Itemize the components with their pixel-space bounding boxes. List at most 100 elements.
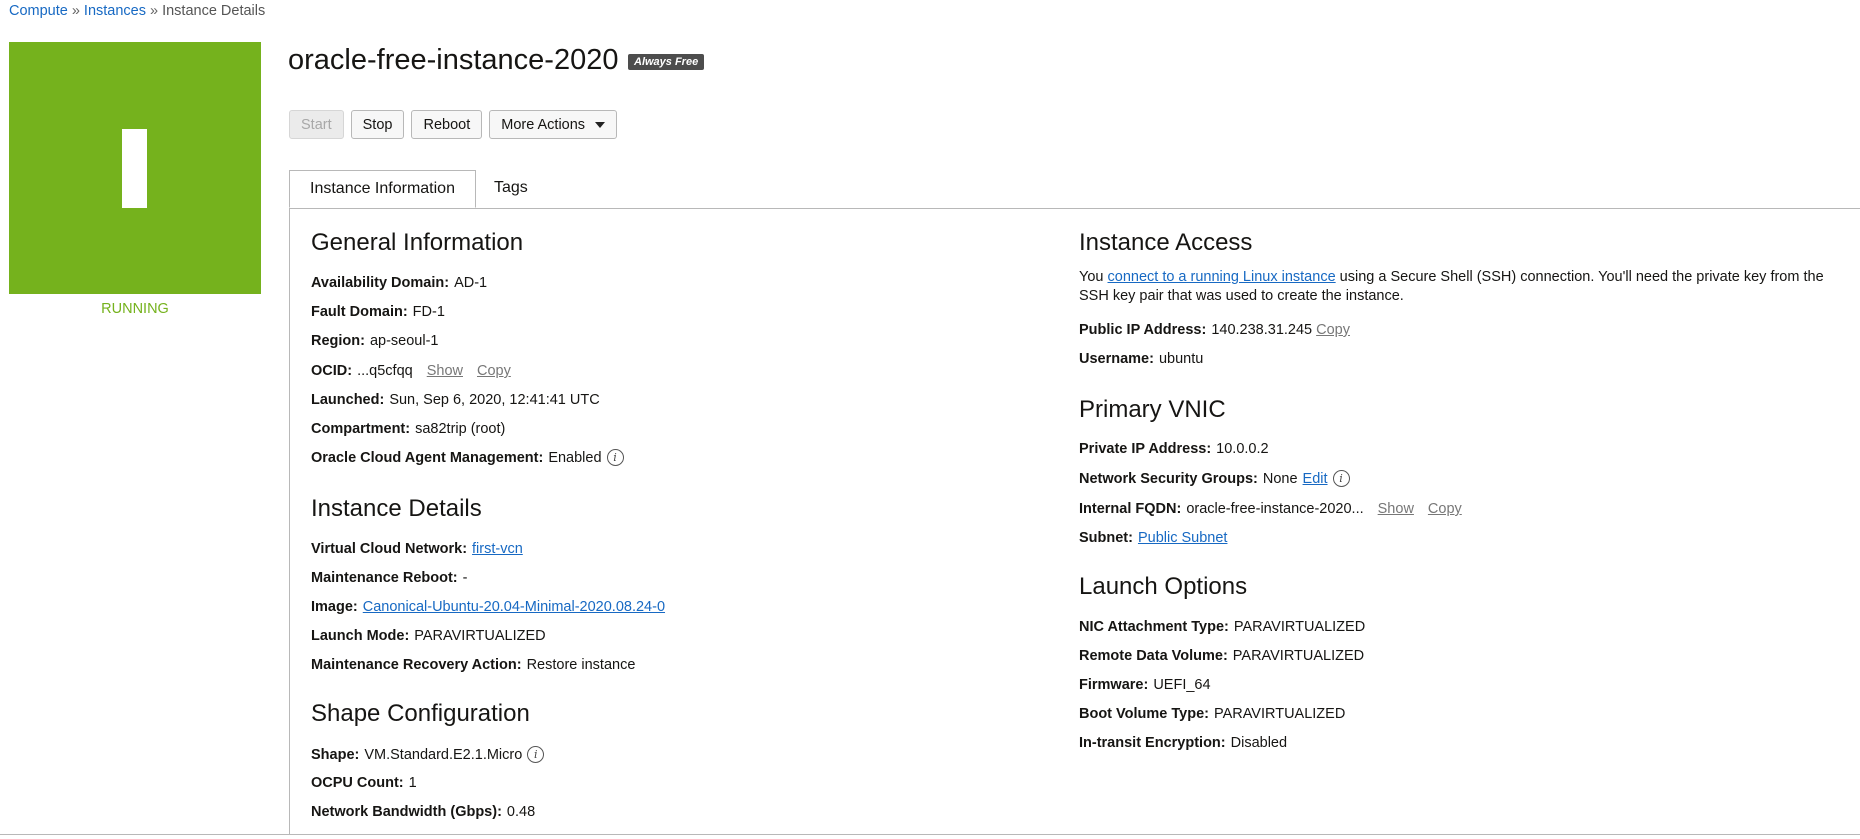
field-label: Boot Volume Type: bbox=[1079, 706, 1209, 722]
username-row: Username: ubuntu bbox=[1079, 351, 1203, 367]
field-value: 0.48 bbox=[506, 804, 536, 820]
vcn-link[interactable]: first-vcn bbox=[472, 541, 523, 557]
maintenance-reboot-row: Maintenance Reboot: - bbox=[311, 570, 467, 586]
breadcrumb-compute-link[interactable]: Compute bbox=[9, 3, 68, 19]
in-transit-encryption-row: In-transit Encryption: Disabled bbox=[1079, 735, 1287, 751]
fqdn-show-link[interactable]: Show bbox=[1378, 501, 1414, 517]
firmware-row: Firmware: UEFI_64 bbox=[1079, 677, 1211, 693]
subnet-row: Subnet: Public Subnet bbox=[1079, 530, 1227, 546]
region-row: Region: ap-seoul-1 bbox=[311, 333, 438, 349]
fault-domain-row: Fault Domain: FD-1 bbox=[311, 304, 445, 320]
ocid-copy-link[interactable]: Copy bbox=[477, 363, 511, 379]
tab-panel: General Information Availability Domain:… bbox=[289, 208, 1860, 834]
info-icon[interactable]: i bbox=[1332, 470, 1350, 487]
field-label: Network Security Groups: bbox=[1079, 470, 1258, 487]
field-value: PARAVIRTUALIZED bbox=[1213, 706, 1346, 722]
connect-linux-instance-link[interactable]: connect to a running Linux instance bbox=[1108, 269, 1336, 285]
field-label: NIC Attachment Type: bbox=[1079, 619, 1229, 635]
private-ip-row: Private IP Address: 10.0.0.2 bbox=[1079, 441, 1269, 457]
field-value: UEFI_64 bbox=[1153, 677, 1211, 693]
field-label: Maintenance Recovery Action: bbox=[311, 657, 522, 673]
availability-domain-row: Availability Domain: AD-1 bbox=[311, 275, 487, 291]
caret-down-icon bbox=[595, 121, 606, 128]
field-value: 10.0.0.2 bbox=[1216, 441, 1269, 457]
network-security-groups-row: Network Security Groups: None Edit i bbox=[1079, 470, 1350, 487]
field-label: Shape: bbox=[311, 746, 360, 763]
primary-vnic-heading: Primary VNIC bbox=[1079, 396, 1226, 423]
field-value: 1 bbox=[408, 775, 417, 791]
public-ip-row: Public IP Address: 140.238.31.245 Copy bbox=[1079, 322, 1350, 338]
info-icon[interactable]: i bbox=[527, 746, 545, 763]
instance-status-tile bbox=[9, 42, 261, 294]
field-value: ...q5cfqq bbox=[357, 363, 413, 379]
subnet-link[interactable]: Public Subnet bbox=[1138, 530, 1227, 546]
field-label: Image: bbox=[311, 599, 358, 615]
more-actions-label: More Actions bbox=[501, 116, 586, 133]
internal-fqdn-row: Internal FQDN: oracle-free-instance-2020.… bbox=[1079, 501, 1462, 517]
field-label: Availability Domain: bbox=[311, 275, 450, 291]
breadcrumb: Compute» Instances» Instance Details bbox=[9, 3, 265, 19]
agent-management-row: Oracle Cloud Agent Management: Enabled i bbox=[311, 449, 624, 466]
always-free-badge: Always Free bbox=[628, 54, 705, 70]
instance-access-description: You connect to a running Linux instance … bbox=[1079, 268, 1839, 306]
field-label: Network Bandwidth (Gbps): bbox=[311, 804, 502, 820]
page-title: oracle-free-instance-2020 bbox=[288, 44, 619, 76]
field-value: None bbox=[1262, 470, 1298, 487]
field-label: Firmware: bbox=[1079, 677, 1149, 693]
instance-access-heading: Instance Access bbox=[1079, 229, 1253, 256]
breadcrumb-current: Instance Details bbox=[162, 3, 266, 19]
fqdn-copy-link[interactable]: Copy bbox=[1428, 501, 1462, 517]
field-label: Username: bbox=[1079, 351, 1154, 367]
field-value: PARAVIRTUALIZED bbox=[1233, 619, 1366, 635]
ocid-show-link[interactable]: Show bbox=[427, 363, 463, 379]
bottom-divider bbox=[0, 834, 1860, 835]
info-icon[interactable]: i bbox=[606, 449, 624, 466]
field-label: Launch Mode: bbox=[311, 628, 410, 644]
breadcrumb-separator: » bbox=[71, 3, 80, 19]
stop-button[interactable]: Stop bbox=[350, 110, 405, 139]
field-value: PARAVIRTUALIZED bbox=[414, 628, 546, 644]
field-label: Fault Domain: bbox=[311, 304, 408, 320]
action-toolbar: Start Stop Reboot More Actions bbox=[289, 110, 618, 139]
field-value: Disabled bbox=[1230, 735, 1288, 751]
remote-data-volume-row: Remote Data Volume: PARAVIRTUALIZED bbox=[1079, 648, 1364, 664]
reboot-button[interactable]: Reboot bbox=[411, 110, 483, 139]
tab-tags[interactable]: Tags bbox=[474, 170, 548, 208]
field-label: OCPU Count: bbox=[311, 775, 404, 791]
more-actions-button[interactable]: More Actions bbox=[489, 110, 618, 139]
ocpu-count-row: OCPU Count: 1 bbox=[311, 775, 417, 791]
field-label: Region: bbox=[311, 333, 365, 349]
launch-options-heading: Launch Options bbox=[1079, 573, 1248, 600]
image-row: Image: Canonical-Ubuntu-20.04-Minimal-202… bbox=[311, 599, 665, 615]
general-information-heading: General Information bbox=[311, 229, 524, 256]
breadcrumb-instances-link[interactable]: Instances bbox=[84, 3, 146, 19]
tab-instance-information[interactable]: Instance Information bbox=[289, 170, 476, 208]
field-label: Remote Data Volume: bbox=[1079, 648, 1228, 664]
nic-attachment-row: NIC Attachment Type: PARAVIRTUALIZED bbox=[1079, 619, 1365, 635]
tab-bar: Instance Information Tags bbox=[289, 170, 1860, 209]
nsg-edit-link[interactable]: Edit bbox=[1303, 471, 1328, 487]
field-value: 140.238.31.245 bbox=[1211, 322, 1313, 338]
breadcrumb-separator: » bbox=[150, 3, 159, 19]
launched-row: Launched: Sun, Sep 6, 2020, 12:41:41 UTC bbox=[311, 392, 600, 408]
vcn-row: Virtual Cloud Network: first-vcn bbox=[311, 541, 523, 557]
start-button[interactable]: Start bbox=[289, 110, 344, 139]
image-link[interactable]: Canonical-Ubuntu-20.04-Minimal-2020.08.2… bbox=[363, 599, 665, 615]
compartment-row: Compartment: sa82trip (root) bbox=[311, 421, 505, 437]
network-bandwidth-row: Network Bandwidth (Gbps): 0.48 bbox=[311, 804, 535, 820]
field-label: In-transit Encryption: bbox=[1079, 735, 1226, 751]
field-label: Compartment: bbox=[311, 421, 411, 437]
field-value: Enabled bbox=[548, 449, 602, 466]
field-label: Oracle Cloud Agent Management: bbox=[311, 449, 544, 466]
instance-details-heading: Instance Details bbox=[311, 495, 482, 522]
boot-volume-type-row: Boot Volume Type: PARAVIRTUALIZED bbox=[1079, 706, 1345, 722]
maintenance-recovery-row: Maintenance Recovery Action: Restore inst… bbox=[311, 657, 635, 673]
field-label: OCID: bbox=[311, 363, 353, 379]
field-value: ap-seoul-1 bbox=[369, 333, 439, 349]
field-value: PARAVIRTUALIZED bbox=[1232, 648, 1365, 664]
shape-configuration-heading: Shape Configuration bbox=[311, 700, 530, 727]
public-ip-copy-link[interactable]: Copy bbox=[1316, 322, 1350, 338]
status-label: RUNNING bbox=[101, 301, 169, 317]
field-value: Sun, Sep 6, 2020, 12:41:41 UTC bbox=[389, 392, 600, 408]
field-label: Public IP Address: bbox=[1079, 322, 1207, 338]
